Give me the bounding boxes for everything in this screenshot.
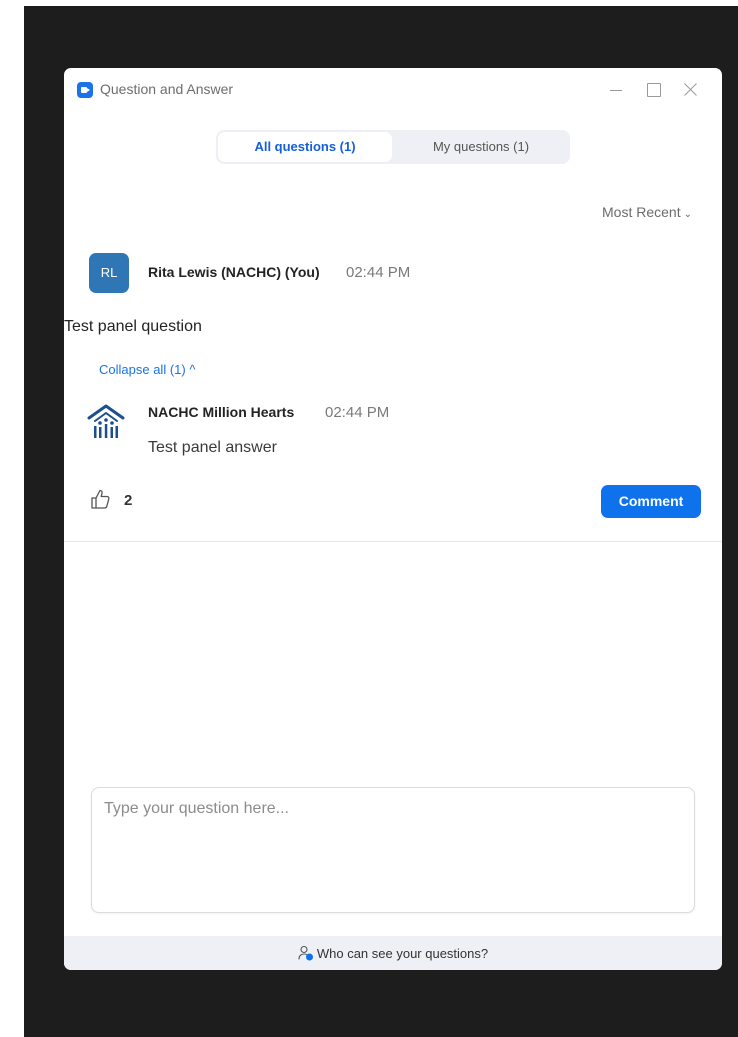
sort-label: Most Recent (602, 204, 681, 220)
who-can-see-link[interactable]: Who can see your questions? (298, 945, 488, 961)
answer-text: Test panel answer (148, 439, 277, 456)
question-tabs: All questions (1) My questions (1) (216, 130, 570, 164)
tab-all-questions[interactable]: All questions (1) (218, 132, 392, 162)
person-info-icon (298, 945, 313, 961)
close-button[interactable] (676, 76, 706, 104)
question-author-avatar: RL (89, 253, 129, 293)
question-input[interactable] (92, 788, 694, 912)
question-time: 02:44 PM (346, 264, 411, 281)
footer-label: Who can see your questions? (316, 946, 489, 961)
answer-time: 02:44 PM (325, 404, 390, 421)
minimize-icon (610, 90, 622, 91)
answer-author: NACHC Million Hearts (148, 404, 295, 420)
close-icon (682, 80, 700, 98)
maximize-icon (647, 83, 661, 97)
divider (64, 541, 722, 542)
nachc-logo-icon (87, 404, 125, 438)
title-bar: Question and Answer (64, 68, 722, 112)
comment-button[interactable]: Comment (601, 485, 701, 518)
sort-dropdown[interactable]: Most Recent ⌄ (602, 204, 692, 220)
qa-window: Question and Answer All questions (1) My… (64, 68, 722, 970)
minimize-button[interactable] (601, 76, 631, 104)
visibility-footer: Who can see your questions? (64, 936, 722, 970)
maximize-button[interactable] (638, 76, 668, 104)
like-count: 2 (124, 492, 133, 509)
zoom-icon (77, 82, 93, 98)
question-input-container (91, 787, 695, 913)
question-author: Rita Lewis (NACHC) (You) (148, 264, 320, 280)
thumbs-up-icon[interactable] (89, 488, 111, 510)
chevron-down-icon: ⌄ (683, 209, 692, 220)
window-title: Question and Answer (100, 81, 234, 97)
collapse-all-link[interactable]: Collapse all (1) ^ (99, 362, 195, 377)
question-text: Test panel question (64, 318, 202, 335)
tab-my-questions[interactable]: My questions (1) (394, 132, 568, 162)
